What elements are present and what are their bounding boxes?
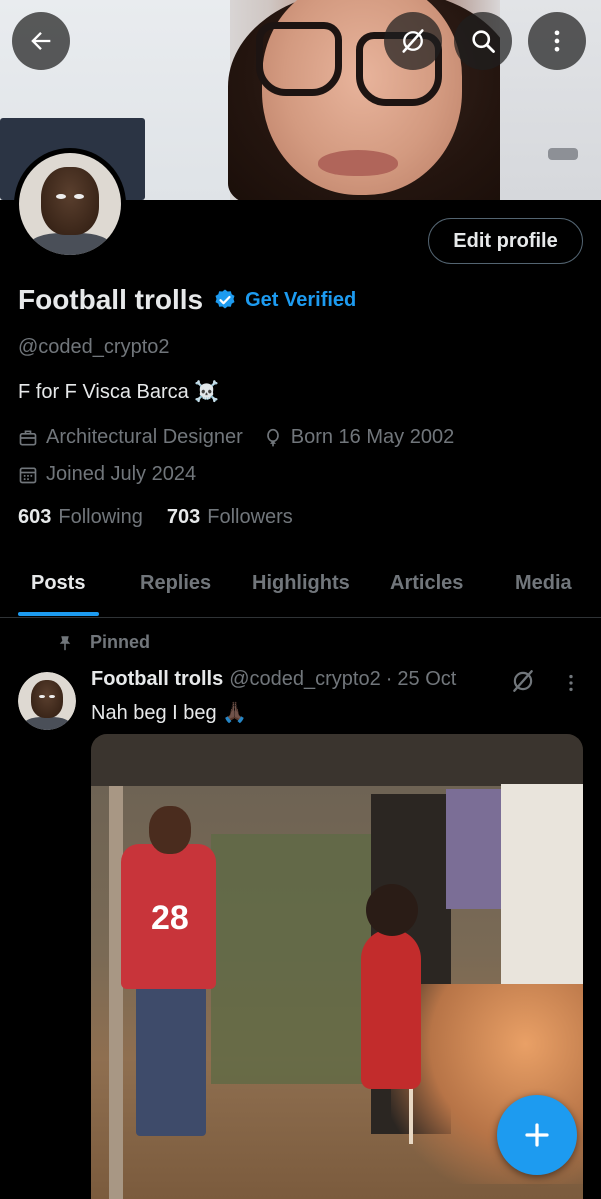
more-options-button[interactable] bbox=[528, 12, 586, 70]
post-more-icon[interactable] bbox=[560, 672, 582, 694]
avatar-image bbox=[19, 153, 121, 255]
following-link[interactable]: 603 Following bbox=[18, 506, 143, 529]
verified-badge-icon bbox=[215, 289, 235, 309]
pinned-label: Pinned bbox=[90, 632, 151, 652]
get-verified-link[interactable]: Get Verified bbox=[245, 289, 356, 312]
post-separator: · bbox=[385, 668, 393, 690]
tab-highlights[interactable]: Highlights bbox=[252, 572, 350, 595]
profile-name: Football trolls bbox=[18, 284, 204, 315]
back-button[interactable] bbox=[12, 12, 70, 70]
birthday: Born 16 May 2002 bbox=[290, 426, 455, 448]
pinned-indicator: Pinned bbox=[56, 632, 150, 653]
banner-door-handle bbox=[548, 148, 578, 160]
grok-slash-icon[interactable] bbox=[510, 668, 536, 694]
briefcase-icon bbox=[19, 430, 37, 445]
search-icon bbox=[472, 30, 495, 53]
post-author-handle[interactable]: @coded_crypto2 bbox=[229, 668, 381, 691]
plus-icon bbox=[525, 1123, 549, 1147]
tab-articles[interactable]: Articles bbox=[390, 572, 463, 595]
following-count: 603 bbox=[18, 506, 52, 528]
banner-lips bbox=[318, 150, 398, 176]
calendar-icon bbox=[19, 467, 37, 483]
grok-slash-icon bbox=[402, 29, 424, 53]
post-avatar-image bbox=[18, 672, 76, 730]
followers-label: Followers bbox=[207, 506, 293, 528]
joined-row: Joined July 2024 bbox=[18, 463, 196, 486]
balloon-icon bbox=[266, 428, 279, 446]
followers-link[interactable]: 703 Followers bbox=[167, 506, 293, 529]
joined-date: Joined July 2024 bbox=[46, 463, 197, 485]
followers-count: 703 bbox=[166, 506, 201, 528]
profile-tabs: Posts Replies Highlights Articles Media bbox=[0, 554, 601, 618]
grok-button[interactable] bbox=[384, 12, 442, 70]
post-author-name[interactable]: Football trolls bbox=[91, 668, 223, 691]
profile-handle: @coded_crypto2 bbox=[18, 336, 170, 358]
compose-post-button[interactable] bbox=[497, 1095, 577, 1175]
more-vertical-icon bbox=[554, 30, 560, 52]
tab-media[interactable]: Media bbox=[515, 572, 572, 595]
profile-meta-row: Architectural Designer Born 16 May 2002 bbox=[18, 426, 454, 449]
edit-profile-button[interactable]: Edit profile bbox=[428, 218, 583, 264]
pin-icon bbox=[59, 635, 71, 650]
search-button[interactable] bbox=[454, 12, 512, 70]
tab-replies[interactable]: Replies bbox=[140, 572, 211, 595]
following-label: Following bbox=[58, 506, 143, 528]
profile-bio: F for F Visca Barca ☠️ bbox=[18, 381, 220, 403]
active-tab-indicator bbox=[18, 612, 99, 616]
profile-name-row: Football trolls Get Verified bbox=[18, 282, 356, 318]
post-text: Nah beg I beg 🙏🏿 bbox=[91, 702, 248, 724]
post-author-avatar[interactable] bbox=[18, 672, 76, 730]
post-header: Football trolls @coded_crypto2 · 25 Oct bbox=[91, 668, 456, 691]
post-date[interactable]: 25 Oct bbox=[397, 668, 456, 691]
follow-stats: 603 Following 703 Followers bbox=[18, 506, 317, 529]
tab-posts[interactable]: Posts bbox=[31, 572, 85, 595]
profile-avatar[interactable] bbox=[14, 148, 126, 260]
media-jersey-number: 28 bbox=[151, 899, 189, 937]
profession: Architectural Designer bbox=[46, 426, 243, 448]
arrow-left-icon bbox=[31, 32, 51, 50]
